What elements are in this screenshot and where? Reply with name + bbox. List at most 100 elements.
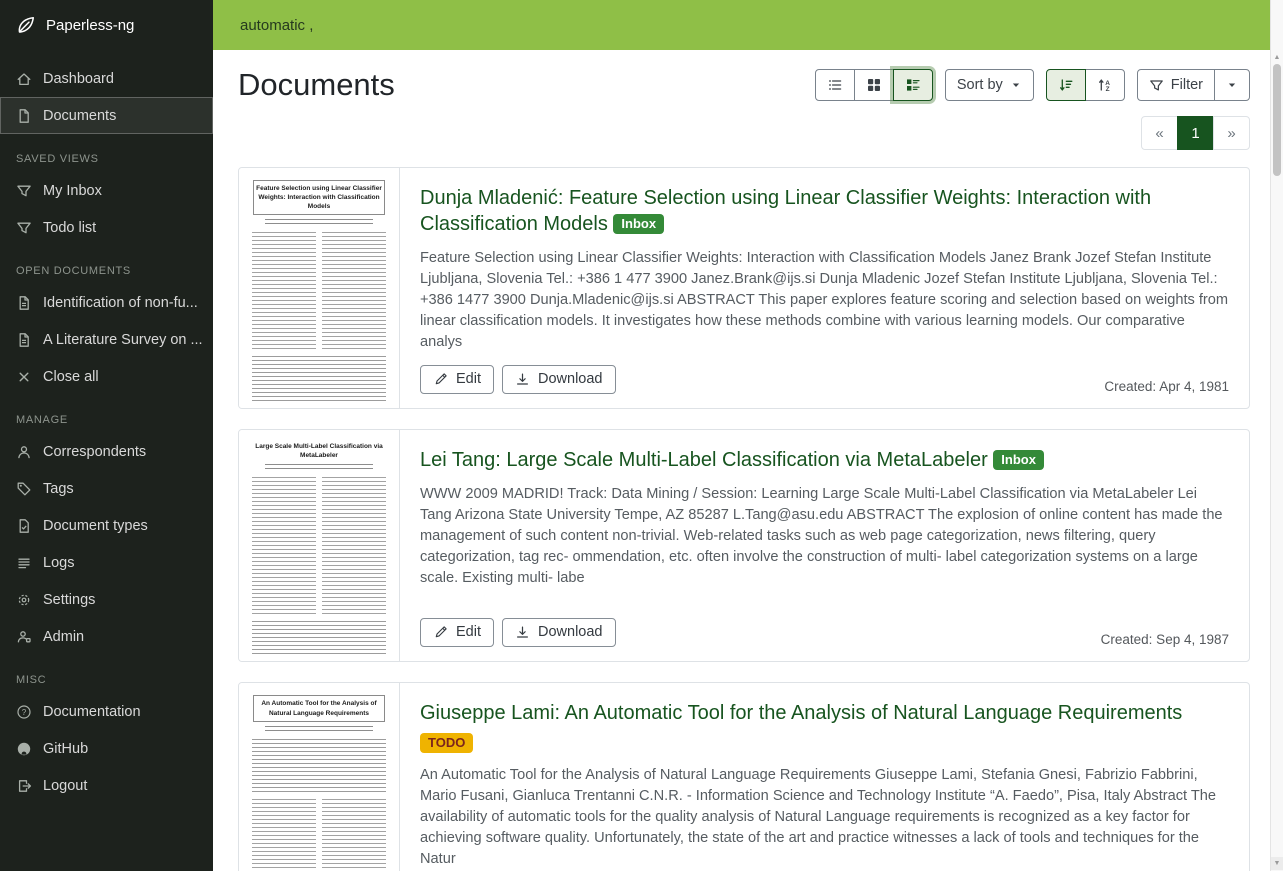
filter-button[interactable]: Filter — [1137, 69, 1215, 101]
sort-by-label: Sort by — [957, 77, 1003, 93]
sidebar-item-logs[interactable]: Logs — [0, 544, 213, 581]
document-thumbnail[interactable]: Large Scale Multi-Label Classification v… — [239, 430, 400, 661]
filter-dropdown-button[interactable] — [1214, 69, 1250, 101]
sidebar-item-label: A Literature Survey on ... — [43, 332, 203, 348]
file-text-icon — [16, 332, 32, 348]
document-card: Large Scale Multi-Label Classification v… — [238, 429, 1250, 662]
sidebar-item-label: Todo list — [43, 220, 96, 236]
question-circle-icon: ? — [16, 704, 32, 720]
pagination-next-button[interactable]: » — [1213, 116, 1250, 150]
sidebar-item-label: Logs — [43, 555, 74, 571]
close-icon — [16, 369, 32, 385]
document-thumbnail[interactable]: Feature Selection using Linear Classifie… — [239, 168, 400, 408]
search-bar — [213, 0, 1270, 50]
content-area: Documents Sort by — [213, 50, 1270, 871]
page-title: Documents — [238, 67, 395, 103]
sort-alpha-icon: AZ — [1097, 77, 1113, 93]
search-input[interactable] — [226, 11, 957, 40]
pagination-previous-button[interactable]: « — [1141, 116, 1178, 150]
sidebar-item-github[interactable]: GitHub — [0, 730, 213, 767]
app-title: Paperless-ng — [46, 17, 134, 34]
sidebar-item-close-all[interactable]: Close all — [0, 358, 213, 395]
caret-down-icon — [1010, 79, 1022, 91]
sort-descending-button[interactable] — [1046, 69, 1086, 101]
download-icon — [515, 372, 530, 387]
funnel-icon — [16, 183, 32, 199]
misc-header: MISC — [0, 655, 213, 693]
download-button[interactable]: Download — [502, 365, 616, 394]
app-logo[interactable]: Paperless-ng — [0, 0, 213, 50]
created-date: Created: Apr 4, 1981 — [1104, 379, 1229, 394]
sidebar-item-label: Close all — [43, 369, 99, 385]
sidebar-item-admin[interactable]: Admin — [0, 618, 213, 655]
sidebar-item-correspondents[interactable]: Correspondents — [0, 433, 213, 470]
scrollbar-down-arrow[interactable]: ▼ — [1271, 857, 1283, 870]
feather-logo-icon — [16, 15, 36, 35]
sidebar-item-open-doc-2[interactable]: A Literature Survey on ... — [0, 321, 213, 358]
file-text-icon — [16, 295, 32, 311]
document-thumbnail[interactable]: An Automatic Tool for the Analysis of Na… — [239, 683, 400, 871]
details-view-button[interactable] — [893, 69, 933, 101]
sidebar-item-settings[interactable]: Settings — [0, 581, 213, 618]
download-button[interactable]: Download — [502, 618, 616, 647]
thumbnail-preview-lines — [265, 726, 373, 734]
document-card: An Automatic Tool for the Analysis of Na… — [238, 682, 1250, 871]
thumbnail-title: An Automatic Tool for the Analysis of Na… — [253, 695, 385, 721]
tag-badge-inbox[interactable]: Inbox — [993, 450, 1044, 470]
sidebar-item-label: My Inbox — [43, 183, 102, 199]
download-label: Download — [538, 624, 603, 640]
view-switcher — [815, 69, 933, 101]
sort-alphabetical-button[interactable]: AZ — [1085, 69, 1125, 101]
scrollbar-up-arrow[interactable]: ▲ — [1271, 51, 1283, 64]
sidebar-item-tags[interactable]: Tags — [0, 470, 213, 507]
sidebar-item-label: Logout — [43, 778, 87, 794]
house-icon — [16, 71, 32, 87]
thumbnail-preview-lines — [265, 219, 373, 227]
sidebar-nav: Dashboard Documents SAVED VIEWS My Inbox… — [0, 50, 213, 804]
svg-text:?: ? — [22, 708, 27, 717]
sidebar-item-my-inbox[interactable]: My Inbox — [0, 172, 213, 209]
thumbnail-preview-lines — [252, 356, 386, 404]
sidebar: Paperless-ng Dashboard Documents SAVED V… — [0, 0, 213, 871]
sidebar-item-open-doc-1[interactable]: Identification of non-fu... — [0, 284, 213, 321]
edit-button[interactable]: Edit — [420, 365, 494, 394]
tag-badge-inbox[interactable]: Inbox — [613, 214, 664, 234]
sidebar-item-label: Tags — [43, 481, 74, 497]
main-area: Documents Sort by — [213, 0, 1270, 871]
sidebar-item-documents[interactable]: Documents — [0, 97, 213, 134]
document-description: An Automatic Tool for the Analysis of Na… — [420, 765, 1229, 870]
document-title-link[interactable]: Lei Tang: Large Scale Multi-Label Classi… — [420, 449, 988, 471]
documents-toolbar: Sort by AZ Filter — [815, 69, 1250, 101]
document-description: Feature Selection using Linear Classifie… — [420, 248, 1229, 353]
sidebar-item-dashboard[interactable]: Dashboard — [0, 60, 213, 97]
caret-down-icon — [1226, 79, 1238, 91]
thumbnail-preview-lines — [252, 799, 386, 871]
svg-text:Z: Z — [1105, 86, 1109, 93]
sidebar-item-todo-list[interactable]: Todo list — [0, 209, 213, 246]
sort-direction-group: AZ — [1046, 69, 1125, 101]
tag-badge-todo[interactable]: TODO — [420, 733, 473, 753]
sidebar-item-document-types[interactable]: Document types — [0, 507, 213, 544]
sort-by-button[interactable]: Sort by — [945, 69, 1034, 101]
list-view-button[interactable] — [815, 69, 855, 101]
sidebar-item-label: Settings — [43, 592, 95, 608]
document-title-link[interactable]: Dunja Mladenić: Feature Selection using … — [420, 187, 1151, 235]
pagination: « 1 » — [238, 116, 1250, 150]
open-documents-header: OPEN DOCUMENTS — [0, 246, 213, 284]
tag-icon — [16, 481, 32, 497]
thumbnail-preview-lines — [252, 739, 386, 795]
sidebar-item-logout[interactable]: Logout — [0, 767, 213, 804]
details-view-icon — [905, 77, 921, 93]
edit-button[interactable]: Edit — [420, 618, 494, 647]
grid-view-button[interactable] — [854, 69, 894, 101]
manage-header: MANAGE — [0, 395, 213, 433]
sort-down-icon — [1058, 77, 1074, 93]
scrollbar-thumb[interactable] — [1273, 64, 1281, 176]
document-title: Lei Tang: Large Scale Multi-Label Classi… — [420, 447, 1229, 473]
saved-views-header: SAVED VIEWS — [0, 134, 213, 172]
document-title-link[interactable]: Giuseppe Lami: An Automatic Tool for the… — [420, 702, 1182, 724]
list-icon — [16, 555, 32, 571]
sidebar-item-documentation[interactable]: ? Documentation — [0, 693, 213, 730]
pagination-page-1-button[interactable]: 1 — [1177, 116, 1214, 150]
thumbnail-preview-lines — [252, 621, 386, 657]
